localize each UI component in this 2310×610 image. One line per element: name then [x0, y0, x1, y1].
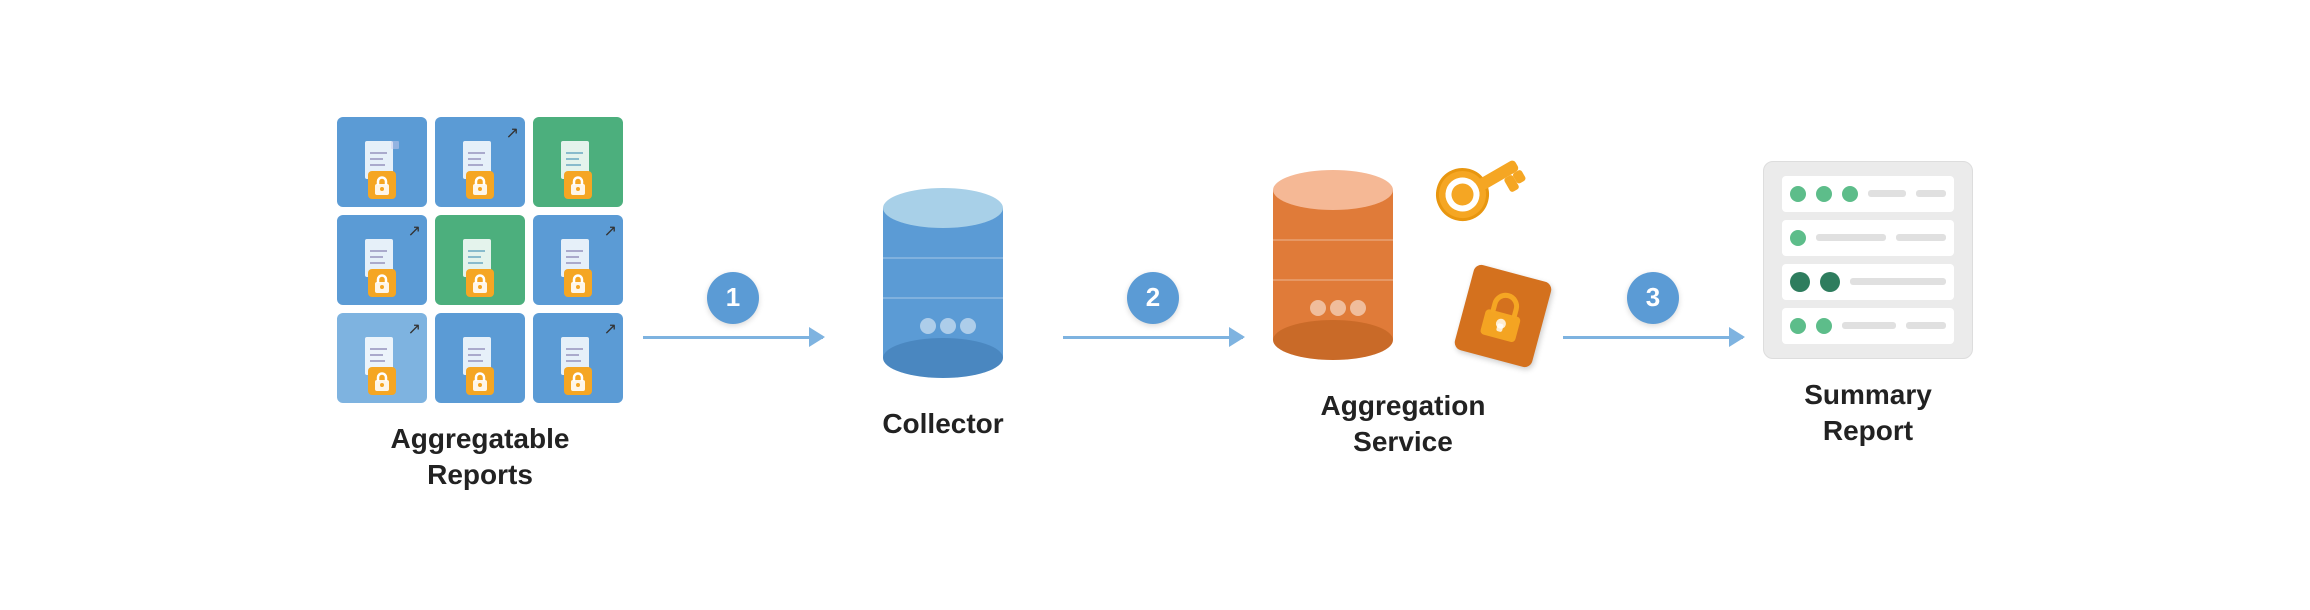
aggregation-service-node: Aggregation Service: [1263, 150, 1543, 461]
summary-report-node: Summary Report: [1763, 161, 1973, 450]
lock-badge: [368, 269, 396, 297]
step-2-circle: 2: [1127, 272, 1179, 324]
dot-green: [1790, 186, 1806, 202]
dot-green: [1790, 318, 1806, 334]
lock-badge: [564, 269, 592, 297]
summary-report-label: Summary Report: [1804, 377, 1932, 450]
report-card: ↗: [337, 313, 427, 403]
report-card: ↗: [435, 117, 525, 207]
aggregation-db-icon: [1263, 150, 1403, 370]
report-card: [533, 117, 623, 207]
summary-report-visual: [1763, 161, 1973, 359]
dot-green: [1790, 230, 1806, 246]
summary-row-4: [1782, 308, 1954, 344]
lock-badge: [564, 171, 592, 199]
step-1-circle: 1: [707, 272, 759, 324]
arrow-3: 3: [1543, 272, 1763, 339]
lock-badge: [466, 171, 494, 199]
dot-dark: [1820, 272, 1840, 292]
collector-node: Collector: [843, 168, 1043, 442]
summary-line: [1842, 322, 1896, 329]
report-card: ↗: [533, 215, 623, 305]
summary-row-1: [1782, 176, 1954, 212]
lock-badge: [368, 367, 396, 395]
summary-row-3: [1782, 264, 1954, 300]
aggregation-service-icon-group: [1263, 150, 1543, 370]
dot-green: [1816, 318, 1832, 334]
report-card: ↗: [533, 313, 623, 403]
arrow-line-3: [1563, 336, 1743, 339]
report-card: [337, 117, 427, 207]
reports-grid: ↗: [337, 117, 623, 403]
arrow-line-2: [1063, 336, 1243, 339]
arrow-1: 1: [623, 272, 843, 339]
dot-green: [1842, 186, 1858, 202]
dot-green: [1816, 186, 1832, 202]
summary-line: [1816, 234, 1886, 241]
dot-dark: [1790, 272, 1810, 292]
report-card: [435, 313, 525, 403]
summary-line: [1850, 278, 1946, 285]
lock-box-icon: [1453, 263, 1553, 369]
collector-label: Collector: [882, 406, 1003, 442]
aggregatable-reports-label: Aggregatable Reports: [391, 421, 570, 494]
report-card: ↗: [337, 215, 427, 305]
lock-badge: [466, 367, 494, 395]
summary-line-short2: [1906, 322, 1946, 329]
arrow-line-1: [643, 336, 823, 339]
aggregation-service-label: Aggregation Service: [1321, 388, 1486, 461]
summary-line-medium: [1896, 234, 1946, 241]
summary-line-short: [1916, 190, 1946, 197]
summary-row-2: [1782, 220, 1954, 256]
lock-badge: [368, 171, 396, 199]
aggregatable-reports-node: ↗: [337, 117, 623, 494]
lock-badge: [564, 367, 592, 395]
architecture-diagram: ↗: [0, 97, 2310, 514]
arrow-2: 2: [1043, 272, 1263, 339]
key-icon: [1415, 131, 1552, 268]
summary-line: [1868, 190, 1906, 197]
lock-badge: [466, 269, 494, 297]
report-card: [435, 215, 525, 305]
collector-db-icon: [873, 168, 1013, 388]
step-3-circle: 3: [1627, 272, 1679, 324]
